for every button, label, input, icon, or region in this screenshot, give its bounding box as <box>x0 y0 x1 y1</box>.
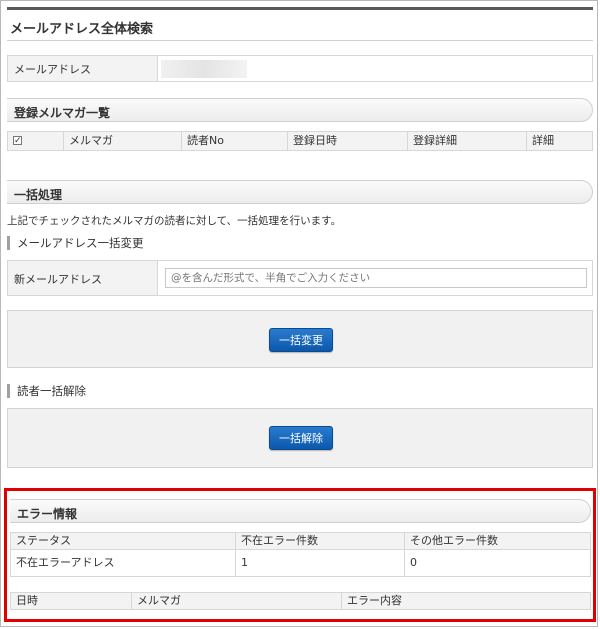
col-error-content: エラー内容 <box>347 594 402 607</box>
title-divider <box>7 40 593 41</box>
email-label: メールアドレス <box>14 63 91 76</box>
select-all-cell: ✓ <box>8 132 64 150</box>
col-registration-detail: 登録詳細 <box>408 132 527 150</box>
email-label-cell: メールアドレス <box>8 56 158 81</box>
bulk-process-title: 一括処理 <box>14 188 63 202</box>
error-detail-header: 日時 メルマガ エラー内容 <box>10 592 591 610</box>
page-title: メールアドレス全体検索 <box>10 22 154 37</box>
select-all-checkbox[interactable]: ✓ <box>13 136 22 146</box>
status-value: 不在エラーアドレス <box>11 550 236 576</box>
bulk-change-button[interactable]: 一括変更 <box>269 328 333 352</box>
col-registered-at: 登録日時 <box>288 132 408 150</box>
error-info-highlight: エラー情報 ステータス 不在エラー件数 その他エラー件数 不在エラーアドレス 1… <box>4 488 596 622</box>
error-info-header: エラー情報 <box>10 499 591 523</box>
col-datetime: 日時 <box>11 593 132 609</box>
col-detail: 詳細 <box>532 134 554 147</box>
bulk-process-header: 一括処理 <box>7 180 593 204</box>
email-change-subheading: メールアドレス一括変更 <box>7 236 144 250</box>
email-value-masked <box>161 60 247 78</box>
magazine-list-title: 登録メルマガ一覧 <box>14 106 111 120</box>
new-email-label-cell: 新メールアドレス <box>8 261 158 295</box>
col-reader-no: 読者No <box>182 132 288 150</box>
reader-cancel-panel: 一括解除 <box>7 408 593 468</box>
col-other-errors: その他エラー件数 <box>410 534 498 547</box>
bulk-description: 上記でチェックされたメルマガの読者に対して、一括処理を行います。 <box>7 215 342 227</box>
top-bar <box>7 7 593 10</box>
bulk-cancel-button[interactable]: 一括解除 <box>269 426 333 450</box>
absent-error-count: 1 <box>236 550 405 576</box>
magazine-list-header: 登録メルマガ一覧 <box>7 98 593 122</box>
col-status: ステータス <box>11 533 236 549</box>
col-absent-errors: 不在エラー件数 <box>236 533 405 549</box>
email-change-panel: 一括変更 <box>7 310 593 368</box>
error-summary-row: 不在エラーアドレス 1 0 <box>10 549 591 577</box>
new-email-input[interactable] <box>165 268 587 288</box>
col-error-magazine: メルマガ <box>132 593 342 609</box>
email-search-row: メールアドレス <box>7 55 593 82</box>
other-error-count: 0 <box>410 556 417 569</box>
new-email-label: 新メールアドレス <box>14 273 102 286</box>
new-email-row: 新メールアドレス <box>7 260 593 296</box>
error-info-title: エラー情報 <box>17 507 78 521</box>
reader-cancel-subheading: 読者一括解除 <box>7 384 86 398</box>
col-magazine: メルマガ <box>64 132 182 150</box>
error-summary-header: ステータス 不在エラー件数 その他エラー件数 <box>10 532 591 550</box>
magazine-table-header: ✓ メルマガ 読者No 登録日時 登録詳細 詳細 <box>7 131 593 151</box>
